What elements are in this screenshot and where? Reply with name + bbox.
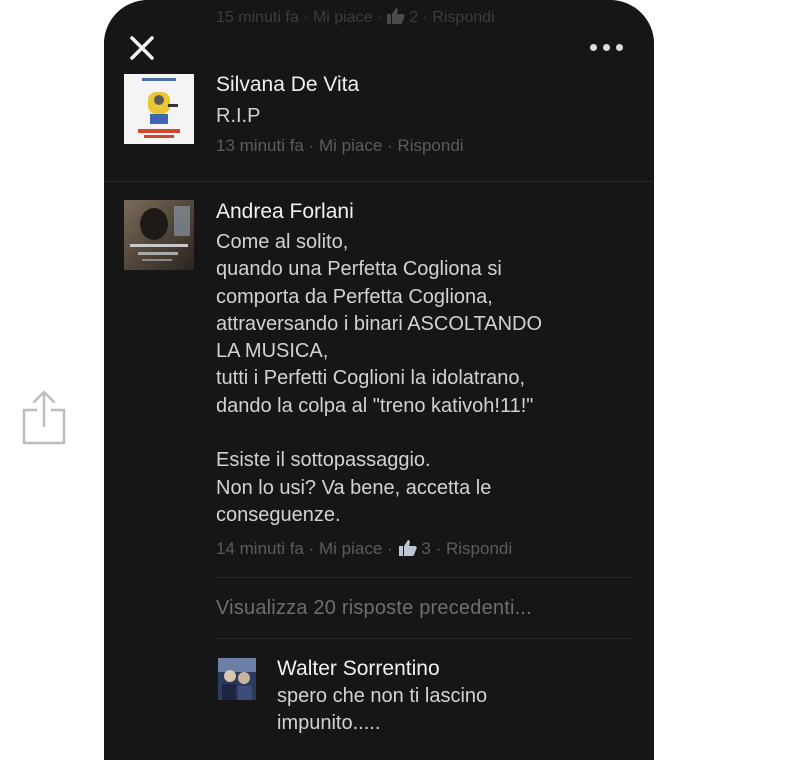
comment: Andrea Forlani Come al solito, quando un… [104,182,654,582]
comment-text: R.I.P [216,105,261,127]
comment-meta: 14 minuti fa · Mi piace · 3 · Rispondi [216,539,512,559]
avatar-image [124,200,194,270]
divider [216,638,634,639]
reply-text: spero che non ti lascino impunito..... [277,685,488,734]
avatar-image [218,658,256,700]
reply-avatar[interactable] [218,658,256,700]
comment-author[interactable]: Andrea Forlani [216,200,354,224]
reply-action[interactable]: Rispondi [397,136,463,155]
meta-separator: · [382,539,398,558]
avatar[interactable] [124,74,194,144]
view-previous-replies-link[interactable]: Visualizza 20 risposte precedenti... [216,597,532,620]
avatar-image [124,74,194,144]
reply-author[interactable]: Walter Sorrentino [277,657,440,681]
comment: Silvana De Vita R.I.P 13 minuti fa · Mi … [104,0,654,180]
thumbs-up-icon [399,540,418,556]
like-action[interactable]: Mi piace [319,539,382,558]
reply-action[interactable]: Rispondi [446,539,512,558]
meta-separator: · [303,539,319,558]
like-action[interactable]: Mi piace [319,136,382,155]
meta-separator: · [430,539,446,558]
comment-meta: 13 minuti fa · Mi piace · Rispondi [216,136,464,156]
phone-screen: 15 minuti fa · Mi piace · 2 · Rispondi S… [104,0,654,760]
divider [216,577,634,578]
like-count: 3 [421,539,431,558]
comment-time: 13 minuti fa [216,136,304,155]
share-icon [22,390,66,445]
comment-author[interactable]: Silvana De Vita [216,73,359,97]
avatar[interactable] [124,200,194,270]
comment-text: Come al solito, quando una Perfetta Cogl… [216,231,543,526]
meta-separator: · [382,136,398,155]
share-button[interactable] [20,388,68,446]
meta-separator: · [303,136,319,155]
comment-time: 14 minuti fa [216,539,304,558]
